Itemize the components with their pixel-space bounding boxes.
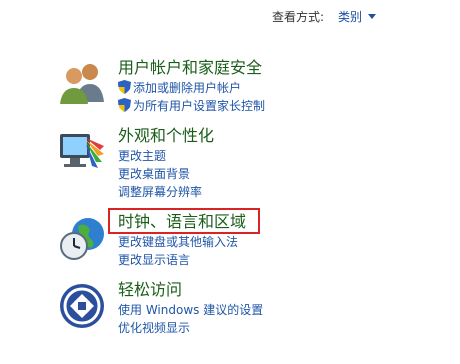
windows-suggested-settings-link[interactable]: 使用 Windows 建议的设置 bbox=[118, 302, 263, 318]
view-by-value: 类别 bbox=[338, 10, 363, 24]
category-title[interactable]: 外观和个性化 bbox=[118, 126, 214, 146]
view-by-label: 查看方式: bbox=[272, 10, 325, 24]
link-label: 为所有用户设置家长控制 bbox=[133, 99, 266, 113]
clock-globe-icon bbox=[60, 218, 104, 260]
category-title[interactable]: 用户帐户和家庭安全 bbox=[118, 58, 262, 78]
ease-of-access-icon bbox=[60, 284, 104, 328]
change-theme-link[interactable]: 更改主题 bbox=[118, 148, 166, 164]
link-label: 添加或删除用户帐户 bbox=[133, 81, 242, 95]
view-by-control: 查看方式: 类别 bbox=[272, 8, 377, 25]
users-icon bbox=[60, 64, 104, 104]
parental-controls-link[interactable]: 为所有用户设置家长控制 bbox=[118, 98, 265, 114]
adjust-resolution-link[interactable]: 调整屏幕分辨率 bbox=[118, 184, 202, 200]
change-keyboard-input-link[interactable]: 更改键盘或其他输入法 bbox=[118, 234, 238, 250]
monitor-palette-icon bbox=[60, 134, 104, 168]
uac-shield-icon bbox=[118, 80, 131, 94]
change-display-language-link[interactable]: 更改显示语言 bbox=[118, 252, 190, 268]
category-title[interactable]: 轻松访问 bbox=[118, 280, 182, 300]
change-desktop-background-link[interactable]: 更改桌面背景 bbox=[118, 166, 190, 182]
uac-shield-icon bbox=[118, 98, 131, 112]
add-remove-accounts-link[interactable]: 添加或删除用户帐户 bbox=[118, 80, 241, 96]
highlight-box bbox=[108, 208, 260, 234]
chevron-down-icon bbox=[368, 14, 377, 19]
optimize-video-display-link[interactable]: 优化视频显示 bbox=[118, 320, 190, 336]
view-by-dropdown[interactable]: 类别 bbox=[338, 8, 377, 25]
